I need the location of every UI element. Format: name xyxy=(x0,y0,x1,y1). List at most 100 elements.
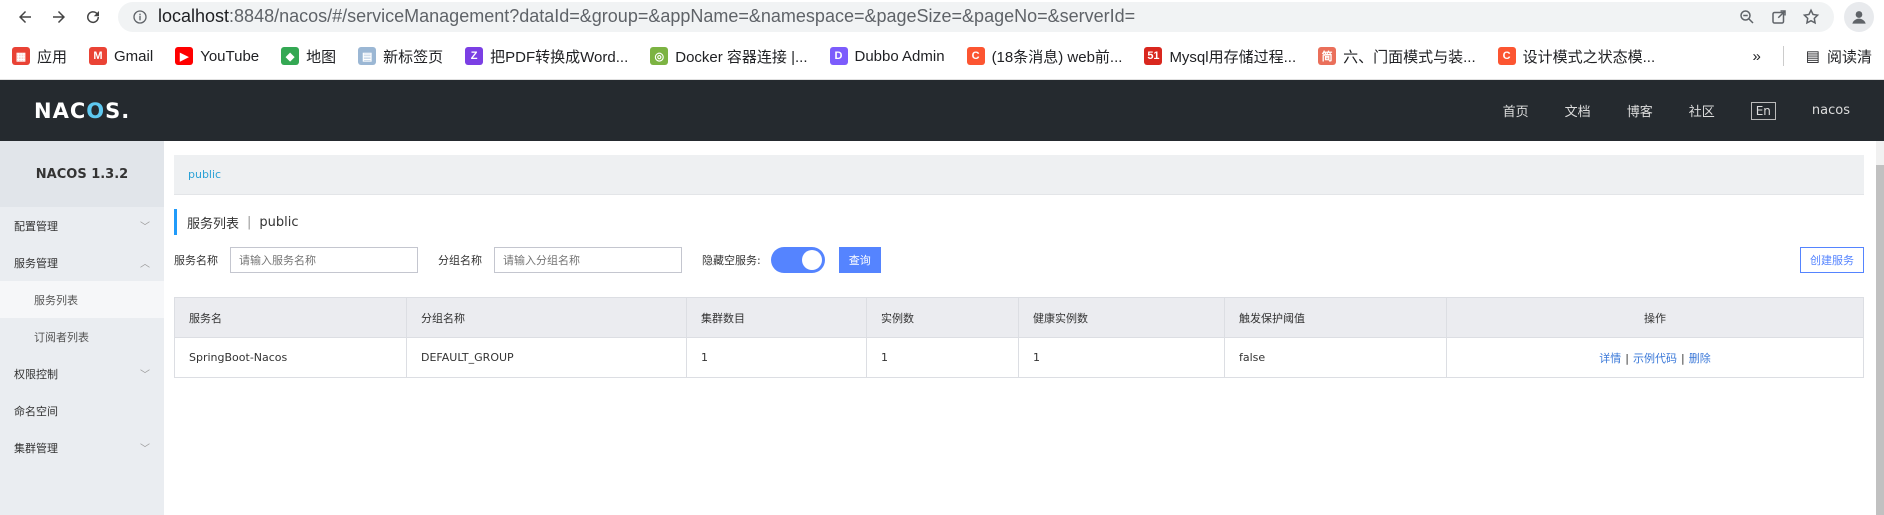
sidebar-item-service[interactable]: 服务管理 ︿ xyxy=(0,244,164,281)
hide-empty-toggle[interactable] xyxy=(770,247,825,273)
zoom-icon[interactable] xyxy=(1738,8,1756,26)
new-tab-icon: ▤ xyxy=(358,47,377,65)
filter-bar: 服务名称 分组名称 隐藏空服务: 查询 创建服务 xyxy=(174,247,1864,273)
gmail-icon: M xyxy=(89,47,108,65)
bookmark-item[interactable]: ◆ 地图 xyxy=(281,46,336,67)
service-name-label: 服务名称 xyxy=(174,254,218,267)
query-button[interactable]: 查询 xyxy=(838,247,881,273)
scrollbar[interactable] xyxy=(1876,141,1884,515)
nav-home[interactable]: 首页 xyxy=(1503,101,1529,120)
service-table: 服务名 分组名称 集群数目 实例数 健康实例数 触发保护阈值 操作 Spring… xyxy=(174,297,1864,378)
col-group-name: 分组名称 xyxy=(406,297,687,338)
sidebar-item-label: 命名空间 xyxy=(14,404,58,418)
profile-avatar-icon[interactable] xyxy=(1844,1,1874,32)
chevron-down-icon: ﹀ xyxy=(140,222,150,233)
csdn-icon: C xyxy=(966,47,985,65)
app-header: NACOS. 首页 文档 博客 社区 En nacos xyxy=(0,80,1884,141)
reading-list-label: 阅读清 xyxy=(1826,48,1872,66)
page-title-separator: | xyxy=(247,214,252,230)
bookmark-item[interactable]: 简六、门面模式与装... xyxy=(1318,46,1476,67)
bookmark-label: 地图 xyxy=(306,48,337,66)
bookmark-item[interactable]: ▤ 新标签页 xyxy=(358,46,443,67)
sidebar: NACOS 1.3.2 配置管理 ﹀ 服务管理 ︿ 服务列表 订阅者列表 权限控… xyxy=(0,141,164,515)
namespace-tab-public[interactable]: public xyxy=(188,168,221,181)
bookmark-item[interactable]: C 设计模式之状态模... xyxy=(1497,46,1656,67)
cell-instance-count: 1 xyxy=(866,337,1019,378)
jianshu-icon: 简 xyxy=(1318,47,1337,65)
bookmark-label: Gmail xyxy=(114,47,154,65)
user-name[interactable]: nacos xyxy=(1812,103,1850,118)
bookmark-item[interactable]: ▦ 应用 xyxy=(12,46,67,67)
bookmark-item[interactable]: ▶ YouTube xyxy=(175,47,259,65)
main-content: public 服务列表 | public 服务名称 分组名称 隐藏空服务: 查询… xyxy=(164,141,1884,515)
reload-icon[interactable] xyxy=(78,2,108,32)
language-switch[interactable]: En xyxy=(1750,101,1776,120)
sidebar-item-namespace[interactable]: 命名空间 xyxy=(0,392,164,429)
sidebar-item-service-list[interactable]: 服务列表 xyxy=(0,281,164,318)
sidebar-item-label: 服务管理 xyxy=(14,256,58,270)
chevron-down-icon: ﹀ xyxy=(140,444,150,455)
sidebar-item-label: 配置管理 xyxy=(14,219,58,233)
sidebar-title: NACOS 1.3.2 xyxy=(0,141,164,207)
sidebar-item-label: 权限控制 xyxy=(14,367,58,381)
nav-docs[interactable]: 文档 xyxy=(1565,101,1591,120)
bookmark-label: 六、门面模式与装... xyxy=(1343,48,1476,66)
namespace-bar: public xyxy=(174,155,1864,195)
cell-actions: 详情 | 示例代码 | 删除 xyxy=(1446,337,1864,378)
nav-community[interactable]: 社区 xyxy=(1689,101,1715,120)
forward-icon[interactable] xyxy=(44,2,74,32)
bookmark-item[interactable]: Z 把PDF转换成Word... xyxy=(465,46,628,67)
create-service-button[interactable]: 创建服务 xyxy=(1800,247,1864,273)
bookmark-item[interactable]: ◎ Docker 容器连接 |... xyxy=(650,46,808,67)
col-actions: 操作 xyxy=(1446,297,1864,338)
reading-list-button[interactable]: ▤ 阅读清 xyxy=(1806,46,1872,67)
cell-cluster-count: 1 xyxy=(686,337,867,378)
address-bar[interactable]: localhost:8848/nacos/#/serviceManagement… xyxy=(118,1,1834,32)
browser-toolbar: localhost:8848/nacos/#/serviceManagement… xyxy=(0,0,1884,33)
service-name-input[interactable] xyxy=(230,247,418,273)
cell-protect-threshold: false xyxy=(1224,337,1447,378)
url-text: localhost:8848/nacos/#/serviceManagement… xyxy=(158,6,1136,26)
bookmark-label: Mysql用存储过程... xyxy=(1169,48,1297,66)
page-title-main: 服务列表 xyxy=(187,216,240,232)
bookmark-label: 把PDF转换成Word... xyxy=(490,48,629,66)
bookmarks-more-icon[interactable]: » xyxy=(1752,48,1760,65)
pdf-icon: Z xyxy=(465,47,484,65)
bookmark-label: Docker 容器连接 |... xyxy=(675,48,808,66)
bookmark-label: 应用 xyxy=(37,48,68,66)
bookmark-label: 设计模式之状态模... xyxy=(1522,48,1656,66)
nav-blog[interactable]: 博客 xyxy=(1627,101,1653,120)
chevron-down-icon: ﹀ xyxy=(140,370,150,381)
bookmark-item[interactable]: D Dubbo Admin xyxy=(829,47,945,65)
sidebar-item-label: 集群管理 xyxy=(14,441,58,455)
detail-link[interactable]: 详情 xyxy=(1599,352,1621,365)
sidebar-item-config[interactable]: 配置管理 ﹀ xyxy=(0,207,164,244)
sidebar-item-subscribers[interactable]: 订阅者列表 xyxy=(0,318,164,355)
share-icon[interactable] xyxy=(1770,8,1788,26)
group-name-input[interactable] xyxy=(494,247,682,273)
star-icon[interactable] xyxy=(1802,8,1820,26)
apps-grid-icon: ▦ xyxy=(12,47,30,65)
sidebar-item-cluster[interactable]: 集群管理 ﹀ xyxy=(0,429,164,466)
col-instance-count: 实例数 xyxy=(866,297,1019,338)
back-icon[interactable] xyxy=(10,2,40,32)
bookmark-item[interactable]: C (18条消息) web前... xyxy=(966,46,1123,67)
info-icon[interactable] xyxy=(132,9,148,25)
bookmark-label: (18条消息) web前... xyxy=(991,48,1123,66)
chevron-up-icon: ︿ xyxy=(140,259,150,270)
scrollbar-thumb[interactable] xyxy=(1876,165,1884,515)
nacos-logo[interactable]: NACOS. xyxy=(34,99,130,123)
bookmark-item[interactable]: 51 Mysql用存储过程... xyxy=(1144,46,1296,67)
sidebar-item-auth[interactable]: 权限控制 ﹀ xyxy=(0,355,164,392)
sample-code-link[interactable]: 示例代码 xyxy=(1633,352,1677,365)
dubbo-icon: D xyxy=(829,47,848,65)
page-title: 服务列表 | public xyxy=(174,209,1864,235)
reading-list-icon: ▤ xyxy=(1805,48,1820,65)
col-healthy-count: 健康实例数 xyxy=(1018,297,1225,338)
cell-group-name: DEFAULT_GROUP xyxy=(406,337,687,378)
group-name-label: 分组名称 xyxy=(438,254,482,267)
delete-link[interactable]: 删除 xyxy=(1689,352,1711,365)
cell-service-name: SpringBoot-Nacos xyxy=(174,337,407,378)
bookmark-item[interactable]: M Gmail xyxy=(89,47,153,65)
table-row: SpringBoot-Nacos DEFAULT_GROUP 1 1 1 fal… xyxy=(174,337,1864,378)
